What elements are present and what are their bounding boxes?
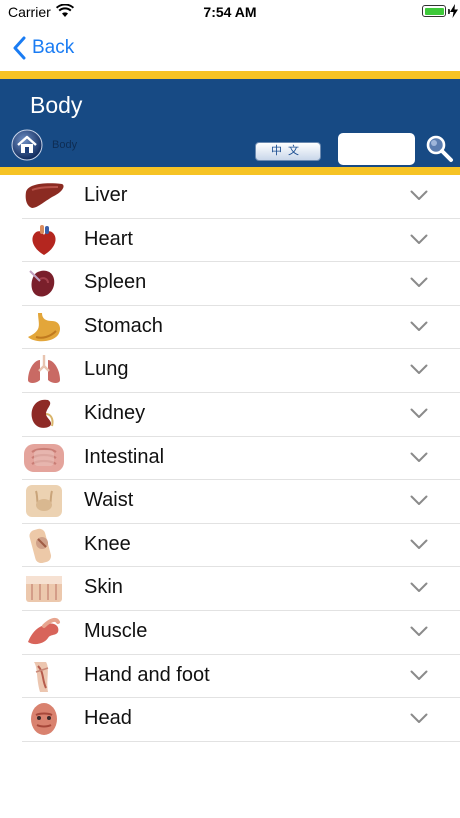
liver-icon <box>25 183 64 208</box>
head-icon <box>31 703 57 736</box>
hand-foot-icon <box>34 661 49 692</box>
chevron-down-icon[interactable] <box>410 495 428 506</box>
list-item-waist[interactable]: Waist <box>22 480 460 524</box>
chevron-down-icon[interactable] <box>410 364 428 375</box>
navigation-bar: Back <box>0 24 460 70</box>
lung-icon <box>28 355 60 384</box>
list-item-label: Skin <box>84 576 123 599</box>
chevron-down-icon[interactable] <box>410 234 428 245</box>
list-item-hand-and-foot[interactable]: Hand and foot <box>22 655 460 699</box>
back-button[interactable]: Back <box>12 36 74 60</box>
list-item-label: Heart <box>84 227 133 250</box>
battery-icon <box>422 5 446 17</box>
chevron-down-icon[interactable] <box>410 539 428 550</box>
breadcrumb: Body <box>52 139 78 151</box>
page-header: Body Body 中文 <box>0 71 460 175</box>
list-item-label: Kidney <box>84 401 146 424</box>
list-item-spleen[interactable]: Spleen <box>22 262 460 306</box>
charging-icon <box>450 4 458 18</box>
search-input[interactable] <box>338 133 415 165</box>
chevron-left-icon <box>13 36 26 60</box>
page-title: Body <box>30 92 83 118</box>
chevron-down-icon[interactable] <box>410 670 428 681</box>
chevron-down-icon[interactable] <box>410 452 428 463</box>
chevron-down-icon[interactable] <box>410 626 428 637</box>
back-label: Back <box>32 37 75 58</box>
list-item-label: Muscle <box>84 619 148 642</box>
muscle-icon <box>28 617 60 645</box>
list-item-muscle[interactable]: Muscle <box>22 611 460 655</box>
chevron-down-icon[interactable] <box>410 277 428 288</box>
chevron-down-icon[interactable] <box>410 408 428 419</box>
list-item-eye[interactable]: Eye <box>22 742 460 753</box>
list-item-label: Head <box>84 707 132 730</box>
chevron-down-icon[interactable] <box>410 190 428 201</box>
stomach-icon <box>28 312 60 342</box>
list-item-label: Knee <box>84 532 131 555</box>
list-item-label: Eye <box>84 751 118 753</box>
list-item-label: Spleen <box>84 271 147 294</box>
list-item-label: Stomach <box>84 314 163 337</box>
status-bar: Carrier 7:54 AM <box>0 0 460 24</box>
list-item-lung[interactable]: Lung <box>22 349 460 393</box>
header-bottom-stripe <box>0 167 460 175</box>
home-icon[interactable] <box>11 129 43 161</box>
heart-icon <box>32 224 56 255</box>
list-item-label: Hand and foot <box>84 663 210 686</box>
list-item-label: Intestinal <box>84 445 165 468</box>
chevron-down-icon[interactable] <box>410 582 428 593</box>
list-item-label: Liver <box>84 184 128 206</box>
spleen-icon <box>29 270 55 297</box>
skin-icon <box>26 576 62 603</box>
list-item-heart[interactable]: Heart <box>22 219 460 263</box>
language-toggle-button[interactable]: 中文 <box>255 142 321 161</box>
waist-icon <box>26 485 62 518</box>
search-icon[interactable] <box>424 133 454 163</box>
list-item-stomach[interactable]: Stomach <box>22 306 460 350</box>
kidney-icon <box>31 399 54 428</box>
list-item-knee[interactable]: Knee <box>22 524 460 568</box>
list-item-head[interactable]: Head <box>22 698 460 742</box>
knee-icon <box>29 528 52 563</box>
header-top-stripe <box>0 71 460 79</box>
list-item-kidney[interactable]: Kidney <box>22 393 460 437</box>
clock: 7:54 AM <box>203 4 257 20</box>
chevron-down-icon[interactable] <box>410 321 428 332</box>
list-item-liver[interactable]: Liver <box>22 175 460 219</box>
list-item-skin[interactable]: Skin <box>22 567 460 611</box>
list-item-label: Lung <box>84 358 129 381</box>
body-part-list: Liver Heart Spleen Stomach Lung Kidney Intesti… <box>0 175 460 753</box>
eye-icon <box>22 745 66 753</box>
chevron-down-icon[interactable] <box>410 713 428 724</box>
list-item-intestinal[interactable]: Intestinal <box>22 437 460 481</box>
list-item-label: Waist <box>84 489 134 512</box>
intestine-icon <box>24 443 64 472</box>
